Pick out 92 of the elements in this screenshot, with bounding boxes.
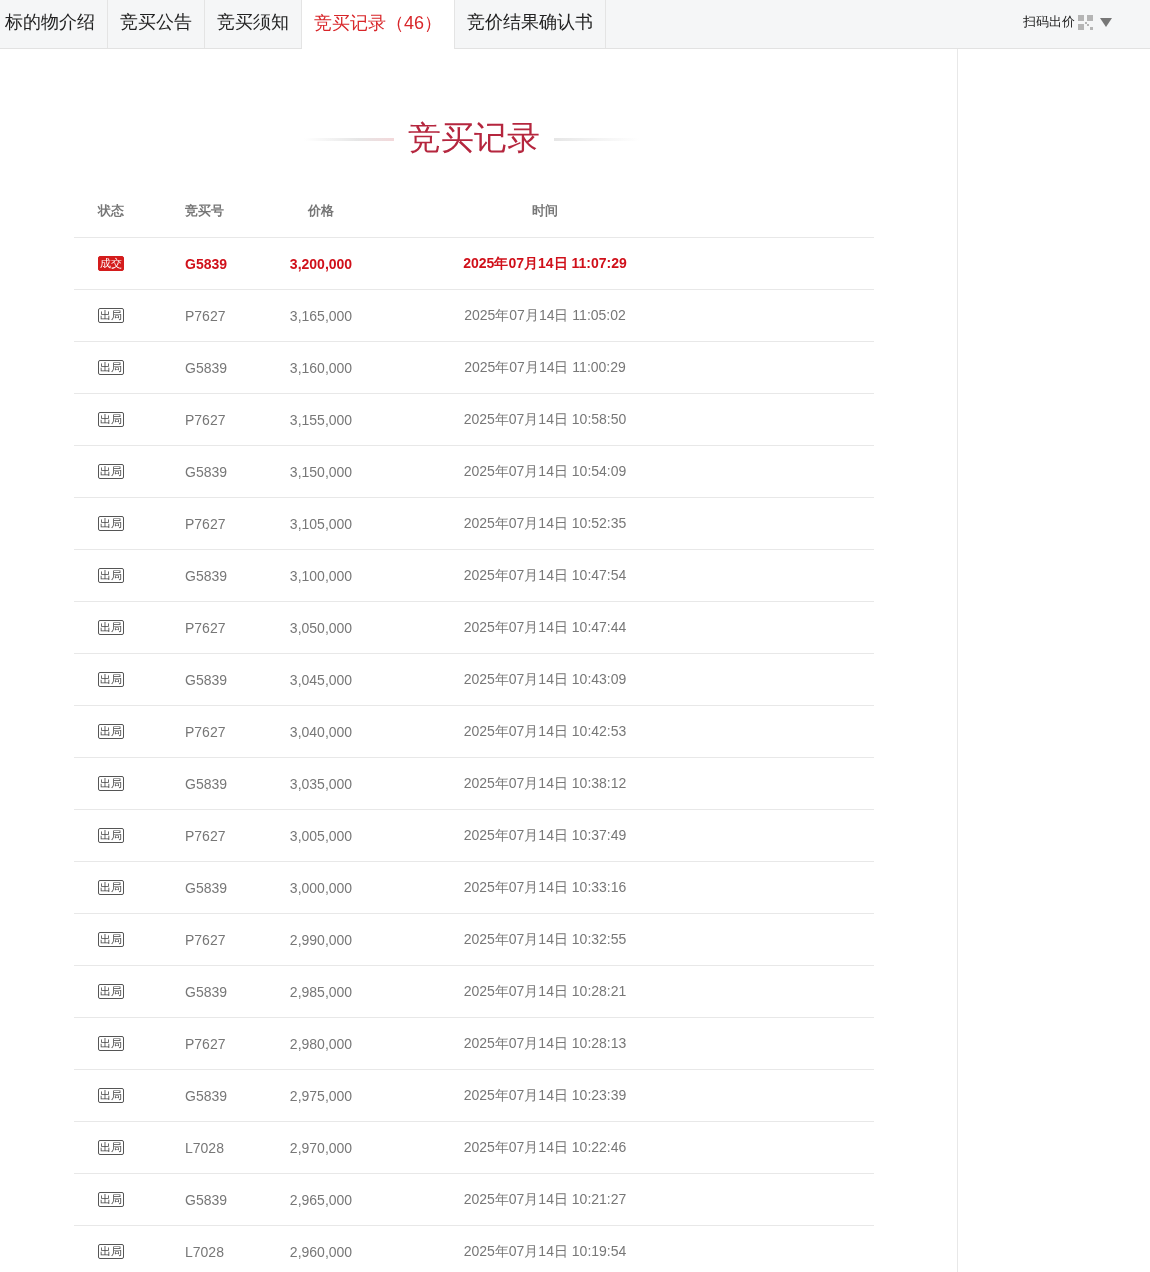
bid-time: 2025年07月14日 10:33:16: [463, 878, 627, 897]
bidder-id: P7627: [185, 307, 226, 324]
bidder-id: P7627: [185, 1035, 226, 1052]
bidder-id: P7627: [185, 411, 226, 428]
bidder-id: G5839: [185, 671, 228, 688]
status-badge: 出局: [98, 880, 124, 895]
bid-time: 2025年07月14日 11:07:29: [463, 254, 627, 273]
status-badge: 出局: [98, 828, 124, 843]
bid-time: 2025年07月14日 10:22:46: [463, 1138, 627, 1157]
tab[interactable]: 竞买记录（46）: [302, 0, 456, 49]
tab[interactable]: 竞买公告: [108, 0, 205, 48]
status-badge: 出局: [98, 412, 124, 427]
bid-price: 3,165,000: [289, 307, 353, 324]
bid-price: 2,980,000: [289, 1035, 353, 1052]
bid-price: 3,040,000: [289, 723, 353, 740]
bidder-id: P7627: [185, 515, 226, 532]
bidder-id: G5839: [185, 255, 228, 272]
bid-time: 2025年07月14日 10:28:21: [463, 982, 627, 1001]
bid-price: 2,965,000: [289, 1191, 353, 1208]
status-badge: 出局: [98, 620, 124, 635]
status-badge: 出局: [98, 308, 124, 323]
bidder-id: P7627: [185, 931, 226, 948]
bid-price: 3,000,000: [289, 879, 353, 896]
bid-time: 2025年07月14日 10:42:53: [463, 722, 627, 741]
status-badge: 出局: [98, 776, 124, 791]
status-badge: 出局: [98, 984, 124, 999]
bid-time: 2025年07月14日 10:54:09: [463, 462, 627, 481]
status-badge: 成交: [98, 256, 124, 271]
status-badge: 出局: [98, 568, 124, 583]
status-badge: 出局: [98, 1088, 124, 1103]
scan-bid-button[interactable]: 扫码出价: [1023, 0, 1150, 48]
status-badge: 出局: [98, 1244, 124, 1259]
status-badge: 出局: [98, 1192, 124, 1207]
bidder-id: G5839: [185, 879, 228, 896]
bidder-id: L7028: [185, 1243, 224, 1260]
bid-time: 2025年07月14日 10:52:35: [463, 514, 627, 533]
bid-time: 2025年07月14日 11:00:29: [464, 358, 626, 377]
bid-price: 2,970,000: [289, 1139, 353, 1156]
bid-price: 3,005,000: [289, 827, 353, 844]
bid-price: 3,050,000: [289, 619, 353, 636]
bidder-id: G5839: [185, 983, 228, 1000]
bid-time: 2025年07月14日 10:47:44: [463, 618, 627, 637]
bid-price: 2,990,000: [289, 931, 353, 948]
tab[interactable]: 标的物介绍: [0, 0, 108, 48]
bidder-id: G5839: [185, 1191, 228, 1208]
bid-price: 3,035,000: [289, 775, 353, 792]
bid-price: 3,105,000: [289, 515, 353, 532]
bidder-id: P7627: [185, 723, 226, 740]
status-badge: 出局: [98, 516, 124, 531]
bidder-id: G5839: [185, 567, 228, 584]
bid-price: 2,960,000: [289, 1243, 353, 1260]
bidder-id: G5839: [185, 775, 228, 792]
column-header: 时间: [532, 202, 558, 220]
status-badge: 出局: [98, 360, 124, 375]
bid-time: 2025年07月14日 10:23:39: [463, 1086, 627, 1105]
bid-time: 2025年07月14日 10:47:54: [463, 566, 627, 585]
bid-time: 2025年07月14日 10:43:09: [463, 670, 627, 689]
column-header: 竞买号: [185, 202, 224, 220]
bid-price: 3,155,000: [289, 411, 353, 428]
tab[interactable]: 竞价结果确认书: [455, 0, 607, 48]
column-header: 价格: [308, 202, 334, 220]
bid-time: 2025年07月14日 10:38:12: [463, 774, 627, 793]
status-badge: 出局: [98, 724, 124, 739]
status-badge: 出局: [98, 1140, 124, 1155]
bid-price: 3,100,000: [289, 567, 353, 584]
bidder-id: P7627: [185, 827, 226, 844]
bidder-id: P7627: [185, 619, 226, 636]
status-badge: 出局: [98, 1036, 124, 1051]
bid-price: 3,150,000: [289, 463, 353, 480]
bid-price: 3,045,000: [289, 671, 353, 688]
bidder-id: G5839: [185, 359, 228, 376]
bid-time: 2025年07月14日 10:28:13: [463, 1034, 627, 1053]
bidder-id: G5839: [185, 463, 228, 480]
status-badge: 出局: [98, 672, 124, 687]
bidder-id: L7028: [185, 1139, 224, 1156]
bid-time: 2025年07月14日 10:58:50: [463, 410, 627, 429]
bid-time: 2025年07月14日 10:37:49: [463, 826, 627, 845]
status-badge: 出局: [98, 932, 124, 947]
section-title: 竞买记录: [407, 118, 540, 158]
bid-time: 2025年07月14日 10:32:55: [463, 930, 627, 949]
qr-code-icon: [1078, 14, 1093, 30]
bid-time: 2025年07月14日 10:19:54: [463, 1242, 627, 1261]
caret-icon: [1100, 17, 1112, 27]
status-badge: 出局: [98, 464, 124, 479]
bid-price: 2,985,000: [289, 983, 353, 1000]
bid-price: 3,160,000: [289, 359, 353, 376]
bid-time: 2025年07月14日 10:21:27: [463, 1190, 627, 1209]
bid-price: 2,975,000: [289, 1087, 353, 1104]
bidder-id: G5839: [185, 1087, 228, 1104]
bid-price: 3,200,000: [289, 255, 353, 272]
column-header: 状态: [98, 202, 124, 220]
bid-time: 2025年07月14日 11:05:02: [464, 306, 626, 325]
